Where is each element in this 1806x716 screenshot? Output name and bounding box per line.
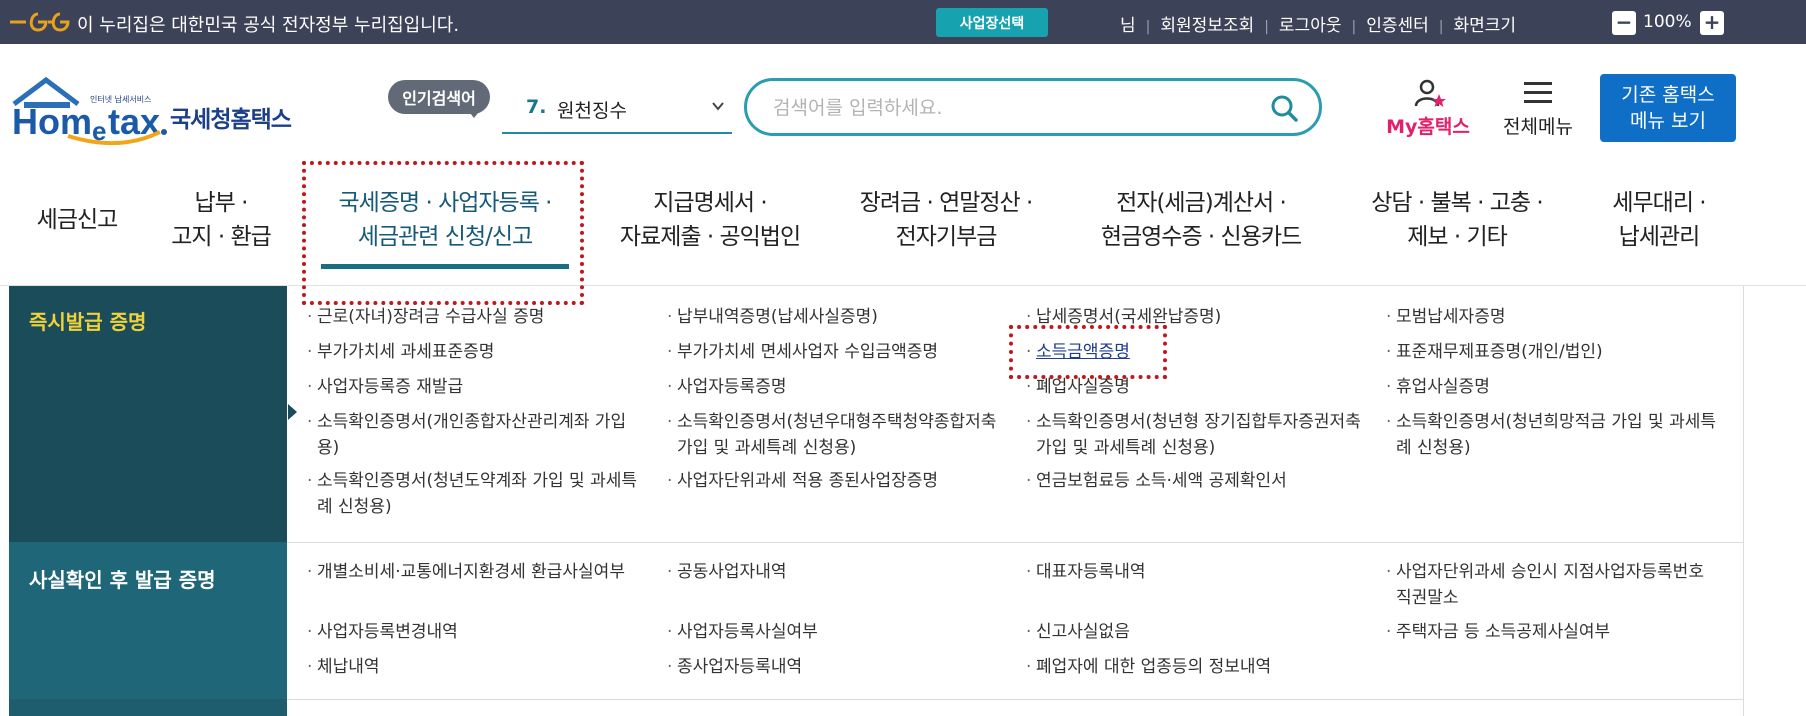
category-title: 즉시발급 증명	[29, 310, 147, 334]
menu-item[interactable]: 사업자등록증 재발급	[305, 374, 645, 400]
menu-item[interactable]: 휴업사실증명	[1384, 374, 1724, 400]
all-menu-button[interactable]: 전체메뉴	[1496, 78, 1580, 140]
category-next	[9, 699, 287, 716]
gnb-label: 납세관리	[1618, 224, 1701, 250]
screen-size-label: 화면크기	[1453, 16, 1517, 36]
logout-link[interactable]: 로그아웃	[1279, 16, 1342, 36]
svg-text:Hom: Hom	[12, 101, 92, 142]
gnb-e-invoice[interactable]: 전자(세금)계산서 · 현금영수증 · 신용카드	[1088, 186, 1314, 254]
category-instant-certificates: 즉시발급 증명	[9, 286, 287, 542]
menu-item[interactable]: 체납내역	[305, 654, 645, 680]
my-hometax-label: My홈택스	[1386, 116, 1470, 138]
zoom-level: 100%	[1643, 12, 1692, 32]
all-menu-label: 전체메뉴	[1503, 116, 1573, 138]
gnb-payment[interactable]: 납부 · 고지 · 환급	[158, 186, 284, 254]
active-category-arrow	[288, 404, 297, 420]
search-input[interactable]	[771, 93, 1255, 123]
menu-item[interactable]: 대표자등록내역	[1024, 559, 1364, 585]
menu-item[interactable]: 폐업자에 대한 업종등의 정보내역	[1024, 654, 1364, 680]
gnb-label: 납부 ·	[194, 190, 249, 216]
business-select-button[interactable]: 사업장선택	[936, 8, 1048, 37]
menu-item[interactable]: 모범납세자증명	[1384, 304, 1724, 330]
zoom-in-button[interactable]: +	[1700, 11, 1724, 35]
menu-item[interactable]: 소득확인증명서(청년우대형주택청약종합저축 가입 및 과세특례 신청용)	[665, 409, 1005, 461]
member-info-link[interactable]: 회원정보조회	[1160, 16, 1254, 36]
section-divider	[287, 542, 1743, 543]
gnb-label: 전자기부금	[895, 224, 998, 250]
gnb-tax-return[interactable]: 세금신고	[30, 203, 124, 237]
gnb-label: 현금영수증 · 신용카드	[1100, 224, 1302, 250]
menu-item[interactable]: 사업자등록사실여부	[665, 619, 1005, 645]
top-utility-links: 님 | 회원정보조회 | 로그아웃 | 인증센터 | 화면크기	[1120, 16, 1517, 36]
gnb-label: 장려금 · 연말정산 ·	[859, 190, 1034, 216]
menu-item[interactable]: 사업자등록변경내역	[305, 619, 645, 645]
menu-item[interactable]: 주택자금 등 소득공제사실여부	[1384, 619, 1724, 645]
search-box	[744, 78, 1322, 136]
menu-item[interactable]: 신고사실없음	[1024, 619, 1364, 645]
gnb-incentive-settlement[interactable]: 장려금 · 연말정산 · 전자기부금	[848, 186, 1044, 254]
menu-item[interactable]: 표준재무제표증명(개인/법인)	[1384, 339, 1724, 365]
gov-notice: 이 누리집은 대한민국 공식 전자정부 누리집입니다.	[77, 15, 460, 36]
popular-keyword-select[interactable]: 7. 원천징수	[502, 88, 732, 134]
user-name-link[interactable]: 님	[1120, 16, 1136, 36]
certificate-center-link[interactable]: 인증센터	[1366, 16, 1429, 36]
hamburger-menu-icon	[1524, 82, 1552, 103]
gnb-label: 세금신고	[36, 207, 119, 233]
legacy-menu-button[interactable]: 기존 홈택스 메뉴 보기	[1600, 74, 1736, 142]
chevron-down-icon	[712, 102, 724, 111]
menu-item[interactable]: 소득확인증명서(개인종합자산관리계좌 가입용)	[305, 409, 645, 461]
highlight-box-gnb	[302, 161, 584, 305]
gnb-tax-agent[interactable]: 세무대리 · 납세관리	[1594, 186, 1724, 254]
logo-text: 국세청홈택스	[170, 107, 292, 133]
gnb-label: 지급명세서 ·	[653, 190, 767, 216]
highlight-box-income-certificate	[1009, 325, 1167, 379]
popular-rank: 7.	[526, 96, 547, 118]
egov-logo-icon	[10, 12, 70, 32]
category-verified-certificates: 사실확인 후 발급 증명	[9, 542, 287, 699]
gnb-payment-statement[interactable]: 지급명세서 · 자료제출 · 공익법인	[604, 186, 816, 254]
legacy-button-line1: 기존 홈택스	[1621, 84, 1715, 106]
menu-item[interactable]: 소득확인증명서(청년희망적금 가입 및 과세특례 신청용)	[1384, 409, 1724, 461]
section-divider	[287, 699, 1743, 700]
gnb-label: 전자(세금)계산서 ·	[1116, 190, 1287, 216]
legacy-button-line2: 메뉴 보기	[1630, 110, 1706, 132]
popular-badge-tail	[466, 108, 482, 118]
popular-keyword: 원천징수	[557, 100, 627, 122]
menu-item[interactable]: 납부내역증명(납세사실증명)	[665, 304, 1005, 330]
menu-item[interactable]: 사업자등록증명	[665, 374, 1005, 400]
gnb-label: 자료제출 · 공익법인	[619, 224, 801, 250]
menu-item[interactable]: 부가가치세 과세표준증명	[305, 339, 645, 365]
mega-menu: 즉시발급 증명 사실확인 후 발급 증명 근로(자녀)장려금 수급사실 증명 납…	[9, 286, 1744, 716]
gnb-label: 고지 · 환급	[171, 224, 272, 250]
gnb-label: 상담 · 불복 · 고충 ·	[1371, 190, 1543, 216]
gnb-label: 제보 · 기타	[1407, 224, 1508, 250]
menu-item[interactable]: 종사업자등록내역	[665, 654, 1005, 680]
menu-item[interactable]: 사업자단위과세 적용 종된사업장증명	[665, 468, 1005, 494]
menu-item[interactable]: 소득확인증명서(청년도약계좌 가입 및 과세특례 신청용)	[305, 468, 645, 520]
gnb-label: 세무대리 ·	[1612, 190, 1706, 216]
menu-item[interactable]: 개별소비세·교통에너지환경세 환급사실여부	[305, 559, 645, 585]
category-title: 사실확인 후 발급 증명	[29, 568, 216, 592]
search-icon[interactable]	[1269, 93, 1299, 123]
gnb-consultation[interactable]: 상담 · 불복 · 고충 · 제보 · 기타	[1356, 186, 1558, 254]
menu-item[interactable]: 소득확인증명서(청년형 장기집합투자증권저축 가입 및 과세특례 신청용)	[1024, 409, 1364, 461]
menu-item[interactable]: 근로(자녀)장려금 수급사실 증명	[305, 304, 645, 330]
svg-text:인터넷 납세서비스: 인터넷 납세서비스	[90, 94, 151, 104]
menu-item[interactable]: 부가가치세 면세사업자 수입금액증명	[665, 339, 1005, 365]
menu-item[interactable]: 사업자단위과세 승인시 지점사업자등록번호 직권말소	[1384, 559, 1724, 611]
my-hometax-button[interactable]: My홈택스	[1380, 78, 1476, 140]
menu-item[interactable]: 공동사업자내역	[665, 559, 1005, 585]
gov-banner: 이 누리집은 대한민국 공식 전자정부 누리집입니다. 사업장선택 님 | 회원정보…	[0, 0, 1806, 44]
user-star-icon	[1414, 79, 1446, 107]
menu-item[interactable]: 연금보험료등 소득·세액 공제확인서	[1024, 468, 1364, 494]
zoom-out-button[interactable]: −	[1612, 11, 1636, 35]
